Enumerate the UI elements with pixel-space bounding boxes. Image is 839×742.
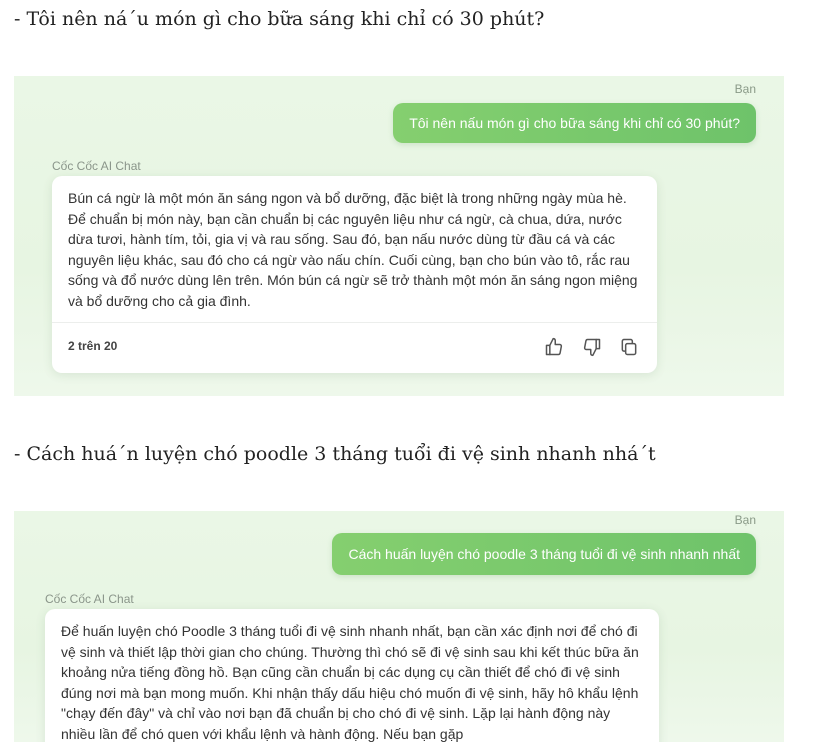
- ai-response-card: Bún cá ngừ là một món ăn sáng ngon và bổ…: [52, 176, 657, 373]
- chat-screenshot: Bạn Cách huấn luyện chó poodle 3 tháng t…: [14, 511, 784, 742]
- user-message-bubble: Tôi nên nấu món gì cho bữa sáng khi chỉ …: [393, 103, 756, 143]
- user-message-bubble: Cách huấn luyện chó poodle 3 tháng tuổi …: [332, 533, 756, 575]
- section-heading: - Cách huá´n luyện chó poodle 3 tháng tu…: [14, 443, 656, 465]
- ai-label: Cốc Cốc AI Chat: [45, 592, 134, 606]
- user-label: Bạn: [734, 513, 756, 527]
- ai-label: Cốc Cốc AI Chat: [52, 159, 141, 173]
- response-counter: 2 trên 20: [68, 339, 118, 353]
- copy-icon[interactable]: [619, 337, 639, 357]
- ai-response-text: Để huấn luyện chó Poodle 3 tháng tuổi đi…: [61, 623, 639, 742]
- thumbs-up-icon[interactable]: [544, 337, 564, 357]
- chat-screenshot: Bạn Tôi nên nấu món gì cho bữa sáng khi …: [14, 76, 784, 396]
- ai-response-card: Để huấn luyện chó Poodle 3 tháng tuổi đi…: [45, 609, 659, 742]
- section-heading: - Tôi nên ná´u món gì cho bữa sáng khi c…: [14, 8, 545, 30]
- thumbs-down-icon[interactable]: [582, 337, 602, 357]
- user-label: Bạn: [734, 82, 756, 96]
- ai-response-text: Bún cá ngừ là một món ăn sáng ngon và bổ…: [68, 190, 638, 309]
- ai-response-footer: 2 trên 20: [52, 322, 657, 373]
